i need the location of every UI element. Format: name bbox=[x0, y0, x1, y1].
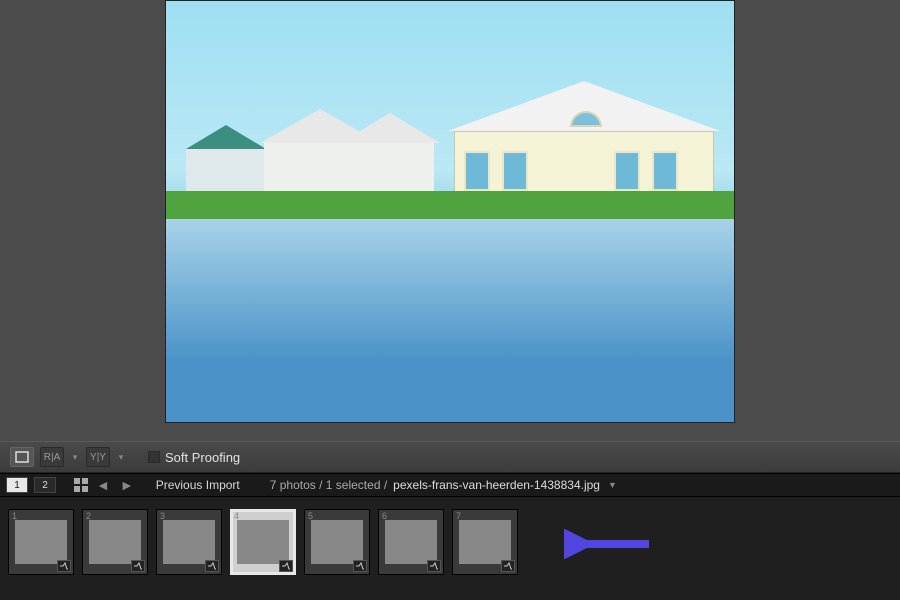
loupe-view-button[interactable] bbox=[10, 447, 34, 467]
thumbnail[interactable]: 4 bbox=[230, 509, 296, 575]
grid-view-icon[interactable] bbox=[74, 478, 88, 492]
nav-back-icon[interactable]: ◄ bbox=[94, 477, 112, 493]
thumbnail[interactable]: 3 bbox=[156, 509, 222, 575]
survey-view-button[interactable]: Y|Y bbox=[86, 447, 110, 467]
thumbnail[interactable]: 6 bbox=[378, 509, 444, 575]
annotation-arrow-icon bbox=[564, 529, 654, 559]
nav-forward-icon[interactable]: ► bbox=[118, 477, 136, 493]
view-toolbar: R|A ▾ Y|Y ▾ Soft Proofing bbox=[0, 441, 900, 473]
secondary-monitor-button[interactable]: 2 bbox=[34, 477, 56, 493]
thumbnail[interactable]: 5 bbox=[304, 509, 370, 575]
soft-proofing-checkbox[interactable] bbox=[148, 451, 160, 463]
thumbnail-image bbox=[311, 520, 363, 564]
thumbnail[interactable]: 1 bbox=[8, 509, 74, 575]
develop-badge-icon bbox=[279, 560, 293, 572]
thumbnail[interactable]: 7 bbox=[452, 509, 518, 575]
photo-count-text: 7 photos / 1 selected / bbox=[270, 478, 387, 492]
develop-badge-icon bbox=[57, 560, 71, 572]
preview-image[interactable] bbox=[165, 0, 735, 423]
develop-badge-icon bbox=[131, 560, 145, 572]
develop-badge-icon bbox=[501, 560, 515, 572]
thumbnail-image bbox=[459, 520, 511, 564]
survey-dropdown-icon[interactable]: ▾ bbox=[116, 452, 126, 463]
develop-badge-icon bbox=[205, 560, 219, 572]
thumbnail-image bbox=[15, 520, 67, 564]
filmstrip: 1234567 bbox=[0, 497, 900, 600]
soft-proofing-label: Soft Proofing bbox=[165, 450, 240, 465]
current-filename[interactable]: pexels-frans-van-heerden-1438834.jpg bbox=[393, 478, 600, 492]
thumbnail-image bbox=[163, 520, 215, 564]
preview-area bbox=[0, 0, 900, 441]
thumbnail-image bbox=[89, 520, 141, 564]
develop-badge-icon bbox=[353, 560, 367, 572]
primary-monitor-button[interactable]: 1 bbox=[6, 477, 28, 493]
thumbnail-image bbox=[385, 520, 437, 564]
filename-dropdown-icon[interactable]: ▼ bbox=[608, 480, 617, 490]
thumbnail-image bbox=[237, 520, 289, 564]
compare-before-after-button[interactable]: R|A bbox=[40, 447, 64, 467]
soft-proofing-toggle[interactable]: Soft Proofing bbox=[148, 450, 240, 465]
source-label[interactable]: Previous Import bbox=[156, 478, 240, 492]
filmstrip-header: 1 2 ◄ ► Previous Import 7 photos / 1 sel… bbox=[0, 473, 900, 497]
develop-badge-icon bbox=[427, 560, 441, 572]
compare-dropdown-icon[interactable]: ▾ bbox=[70, 452, 80, 463]
thumbnail[interactable]: 2 bbox=[82, 509, 148, 575]
